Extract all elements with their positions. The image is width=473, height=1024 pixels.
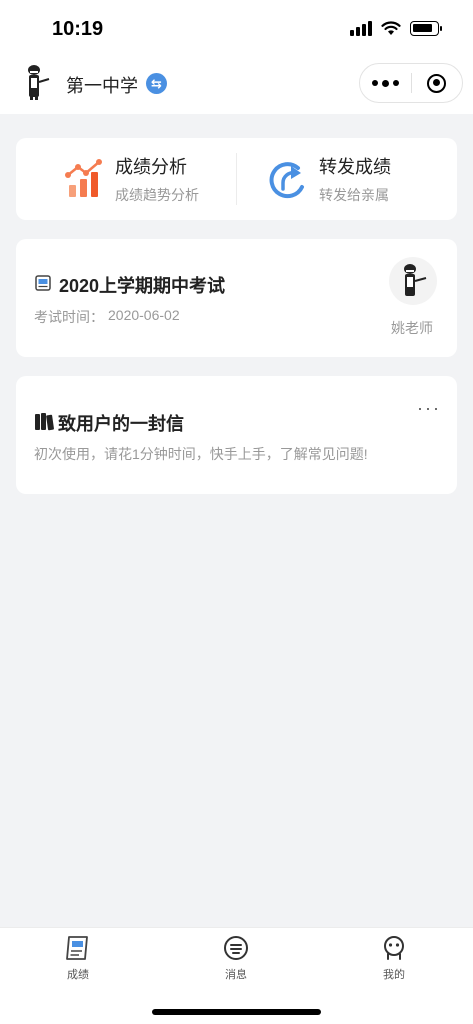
- status-time: 10:19: [52, 18, 104, 40]
- exam-title: 2020上学期期中考试: [59, 276, 226, 296]
- more-options-icon[interactable]: ···: [417, 398, 441, 419]
- letter-description: 初次使用，请花1分钟时间，快手上手，了解常见问题!: [34, 446, 368, 462]
- home-indicator[interactable]: [152, 1009, 321, 1015]
- cellular-signal-icon: [350, 20, 372, 36]
- forward-scores-button[interactable]: 转发成绩 转发给亲属: [268, 138, 391, 220]
- tab-grades-label: 成绩: [67, 969, 89, 981]
- exam-paper-icon: [35, 275, 51, 291]
- letter-card[interactable]: 致用户的一封信 ··· 初次使用，请花1分钟时间，快手上手，了解常见问题!: [16, 376, 457, 494]
- close-mini-program-button[interactable]: [412, 63, 462, 103]
- school-avatar-icon[interactable]: [20, 62, 52, 100]
- teacher-name: 姚老师: [391, 320, 433, 336]
- tab-grades[interactable]: 成绩: [38, 934, 118, 982]
- share-arrow-icon: [269, 162, 304, 199]
- tab-messages[interactable]: 消息: [196, 934, 276, 982]
- quick-actions-card: 成绩分析 成绩趋势分析 转发成绩 转发给亲属: [16, 138, 457, 220]
- target-icon: [427, 73, 447, 93]
- grades-icon: [66, 936, 88, 960]
- tab-profile-label: 我的: [383, 969, 405, 981]
- tab-profile[interactable]: 我的: [354, 934, 434, 982]
- more-menu-button[interactable]: [360, 63, 411, 103]
- header: 10:19 第一中学 ⇆: [0, 0, 473, 114]
- exam-time-value: 2020-06-02: [108, 307, 180, 323]
- forward-scores-subtitle: 转发给亲属: [319, 187, 389, 203]
- switch-school-icon[interactable]: ⇆: [146, 73, 167, 94]
- status-icons: [350, 20, 442, 36]
- battery-icon: [410, 20, 442, 36]
- teacher-avatar: [389, 257, 437, 305]
- book-icon: [35, 413, 54, 431]
- tab-messages-label: 消息: [225, 969, 247, 981]
- mini-program-capsule: [359, 63, 463, 103]
- exam-time-label: 考试时间：: [34, 309, 104, 325]
- message-icon: [224, 936, 248, 960]
- school-name[interactable]: 第一中学: [66, 72, 138, 98]
- bar-chart-icon: [65, 159, 102, 197]
- forward-scores-title: 转发成绩: [319, 157, 391, 177]
- letter-title: 致用户的一封信: [58, 414, 184, 434]
- score-analysis-title: 成绩分析: [115, 157, 187, 177]
- profile-icon: [384, 936, 404, 960]
- actions-divider: [236, 153, 237, 205]
- wifi-icon: [381, 20, 401, 35]
- score-analysis-subtitle: 成绩趋势分析: [115, 187, 199, 203]
- exam-card[interactable]: 2020上学期期中考试 考试时间： 2020-06-02 姚老师: [16, 239, 457, 357]
- score-analysis-button[interactable]: 成绩分析 成绩趋势分析: [64, 138, 199, 220]
